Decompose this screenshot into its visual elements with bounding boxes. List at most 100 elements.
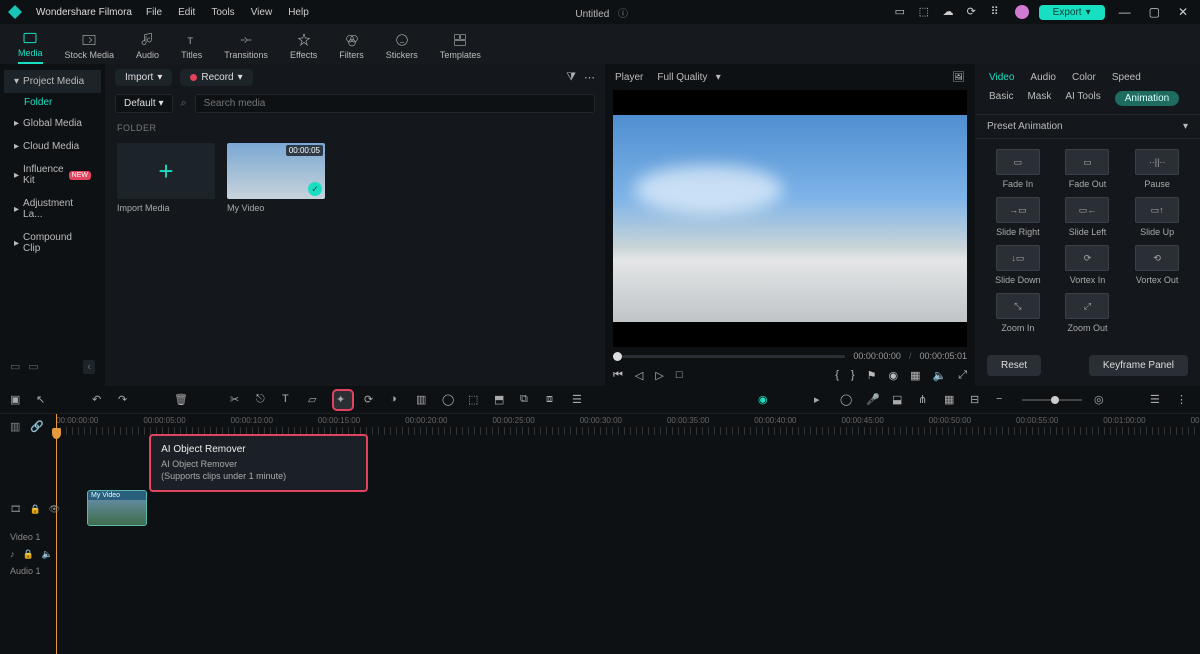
tl-lock-icon[interactable]: ▥ [10,420,20,433]
anim-vortex-in[interactable]: ⟳Vortex In [1057,245,1119,285]
ai-object-remover-button[interactable]: ✦ [334,391,352,409]
menu-tools[interactable]: Tools [211,7,234,18]
keyframe-panel-button[interactable]: Keyframe Panel [1089,355,1188,376]
tl-r4-icon[interactable]: ⬓ [892,393,906,407]
scrubber-track[interactable] [613,355,845,358]
import-media-tile[interactable]: + Import Media [117,143,215,213]
camera-icon[interactable]: ▦ [910,369,920,382]
volume-icon[interactable]: 🔈 [932,369,946,382]
subtab-animation[interactable]: Animation [1115,91,1179,106]
tab-video[interactable]: Video [989,72,1014,83]
tab-color[interactable]: Color [1072,72,1096,83]
preset-row[interactable]: Preset Animation ▾ [975,114,1200,139]
reset-button[interactable]: Reset [987,355,1041,376]
import-button[interactable]: Import ▾ [115,69,172,86]
tab-stickers[interactable]: Stickers [386,32,418,64]
delete-icon[interactable]: 🗑 [174,393,188,407]
filter-icon[interactable]: ⧩ [566,71,576,84]
scrubber-handle-icon[interactable] [613,352,622,361]
tl-icon-7[interactable]: ☰ [572,393,586,407]
cut-icon[interactable]: ✂ [230,393,244,407]
lock-icon[interactable]: 🔒 [23,549,34,560]
fullscreen-icon[interactable]: ⤢ [958,369,967,382]
subtab-ai-tools[interactable]: AI Tools [1065,91,1100,106]
close-button[interactable]: ✕ [1174,5,1192,19]
menu-view[interactable]: View [251,7,273,18]
anim-slide-left[interactable]: ▭←Slide Left [1057,197,1119,237]
record-button[interactable]: Record ▾ [180,69,252,86]
tl-opts-icon[interactable]: ⋮ [1176,393,1190,407]
prev-frame-icon[interactable]: ⏮ [613,369,623,382]
sidebar-item-influence-kit[interactable]: ▸Influence KitNEW [4,158,101,192]
speed-icon[interactable]: ⟳ [364,393,378,407]
tl-pointer-icon[interactable]: ▣ [10,393,24,407]
bracket-out-icon[interactable]: } [851,369,855,382]
anim-slide-right[interactable]: →▭Slide Right [987,197,1049,237]
auto-ripple-icon[interactable]: ◉ [758,393,772,407]
video-lane[interactable]: My Video [85,488,1200,530]
anim-vortex-out[interactable]: ⟲Vortex Out [1126,245,1188,285]
device-icon[interactable]: ▭ [895,5,909,19]
bracket-in-icon[interactable]: { [835,369,839,382]
search-input[interactable] [195,94,595,113]
tab-templates[interactable]: Templates [440,32,481,64]
next-frame-icon[interactable]: □ [676,369,683,382]
anim-zoom-in[interactable]: ⤡Zoom In [987,293,1049,333]
new-bin-icon[interactable]: ▭ [28,360,38,374]
menu-edit[interactable]: Edit [178,7,195,18]
timeline-clip[interactable]: My Video [87,490,147,526]
anim-fade-out[interactable]: ▭Fade Out [1057,149,1119,189]
audio-lane[interactable] [85,544,1200,564]
cube-icon[interactable]: ⬚ [919,5,933,19]
tab-audio[interactable]: Audio [136,32,159,64]
collapse-sidebar-icon[interactable]: ‹ [83,360,95,374]
export-button[interactable]: Export ▾ [1039,5,1105,20]
zoom-slider[interactable] [1022,399,1082,401]
subtab-basic[interactable]: Basic [989,91,1013,106]
sidebar-item-compound-clip[interactable]: ▸Compound Clip [4,226,101,260]
redo-icon[interactable]: ↷ [118,393,132,407]
zoom-out-icon[interactable]: − [996,393,1010,407]
play-icon[interactable]: ▷ [655,369,663,382]
tl-r1-icon[interactable]: ▸ [814,393,828,407]
crop-icon[interactable]: ▱ [308,393,322,407]
tl-r6-icon[interactable]: ▦ [944,393,958,407]
tl-link-icon[interactable]: 🔗 [30,420,44,433]
split-icon[interactable]: ⎋ [256,393,270,407]
cloud-icon[interactable]: ☁ [943,5,957,19]
tab-transitions[interactable]: Transitions [224,32,268,64]
stop-icon[interactable]: ◁ [635,369,643,382]
tl-icon-2[interactable]: ◯ [442,393,456,407]
anim-pause[interactable]: ··||··Pause [1126,149,1188,189]
more-icon[interactable]: ⋯ [584,71,595,84]
tab-effects[interactable]: Effects [290,32,317,64]
lock-icon[interactable]: 🔒 [29,504,40,515]
marker-icon[interactable]: ⚑ [867,369,877,382]
tl-icon-1[interactable]: ▥ [416,393,430,407]
sidebar-item-cloud-media[interactable]: ▸Cloud Media [4,135,101,158]
menu-file[interactable]: File [146,7,162,18]
voiceover-icon[interactable]: ◉ [888,369,898,382]
anim-slide-up[interactable]: ▭↑Slide Up [1126,197,1188,237]
new-folder-icon[interactable]: ▭ [10,360,20,374]
apps-icon[interactable]: ⠿ [991,5,1005,19]
quality-dropdown[interactable]: Full Quality ▾ [657,72,720,83]
anim-fade-in[interactable]: ▭Fade In [987,149,1049,189]
mic-icon[interactable]: 🎤 [866,393,880,407]
sidebar-item-global-media[interactable]: ▸Global Media [4,112,101,135]
snap-icon[interactable]: ⋔ [918,393,932,407]
tl-icon-3[interactable]: ⬚ [468,393,482,407]
sidebar-item-project-media[interactable]: ▾Project Media [4,70,101,93]
text-icon[interactable]: T [282,393,296,407]
mute-icon[interactable]: 🔈 [42,549,53,560]
subtab-mask[interactable]: Mask [1027,91,1051,106]
help-icon[interactable]: ⓘ [618,9,628,20]
zoom-fit-icon[interactable]: ◎ [1094,393,1108,407]
tl-icon-5[interactable]: ⧉ [520,393,534,407]
tl-r7-icon[interactable]: ⊟ [970,393,984,407]
player-canvas[interactable] [613,90,967,347]
tab-speed[interactable]: Speed [1112,72,1141,83]
sidebar-item-folder[interactable]: Folder [4,93,101,112]
tab-media[interactable]: Media [18,30,43,64]
sort-dropdown[interactable]: Default ▾ [115,94,173,113]
